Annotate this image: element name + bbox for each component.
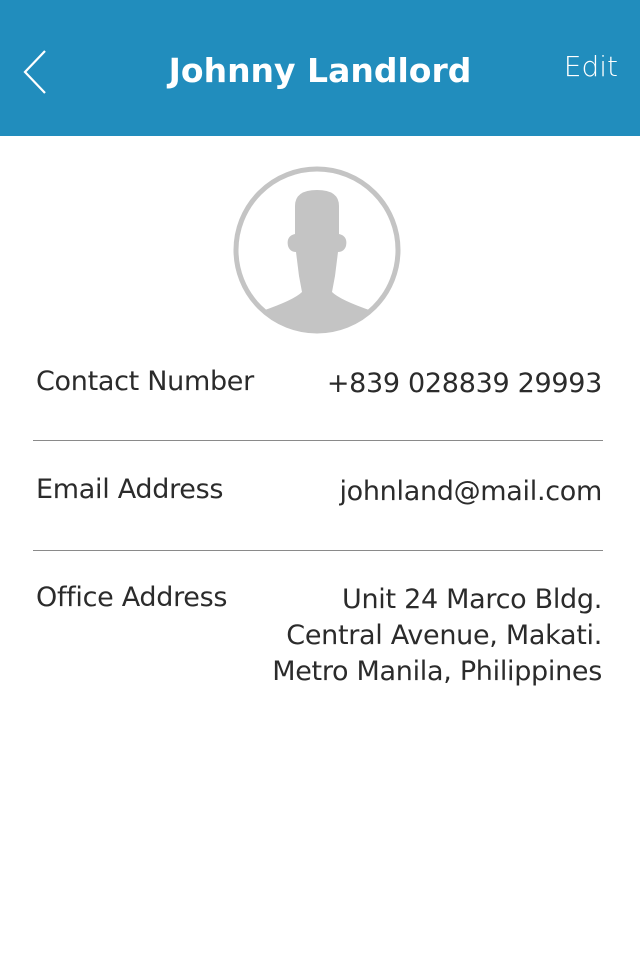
chevron-left-icon xyxy=(23,50,46,94)
edit-button[interactable]: Edit xyxy=(564,50,618,83)
office-address-line: Central Avenue, Makati. xyxy=(286,620,602,651)
back-button[interactable] xyxy=(12,44,56,100)
top-nav-bar: Johnny Landlord Edit xyxy=(0,0,640,136)
contact-number-label: Contact Number xyxy=(36,366,254,397)
page-title: Johnny Landlord xyxy=(168,51,472,90)
divider xyxy=(33,550,603,551)
email-address-label: Email Address xyxy=(36,474,224,505)
office-address-value: Unit 24 Marco Bldg. Central Avenue, Maka… xyxy=(272,582,602,690)
contact-number-value[interactable]: +839 028839 29993 xyxy=(327,366,602,402)
office-address-line: Unit 24 Marco Bldg. xyxy=(342,584,602,615)
office-address-label: Office Address xyxy=(36,582,228,613)
email-address-value[interactable]: johnland@mail.com xyxy=(339,474,602,510)
office-address-row: Office Address Unit 24 Marco Bldg. Centr… xyxy=(34,582,602,692)
contact-number-row: Contact Number +839 028839 29993 xyxy=(34,366,602,406)
divider xyxy=(33,440,603,441)
avatar xyxy=(232,166,402,334)
person-silhouette-icon xyxy=(233,166,401,334)
office-address-line: Metro Manila, Philippines xyxy=(272,656,602,687)
email-address-row: Email Address johnland@mail.com xyxy=(34,474,602,514)
